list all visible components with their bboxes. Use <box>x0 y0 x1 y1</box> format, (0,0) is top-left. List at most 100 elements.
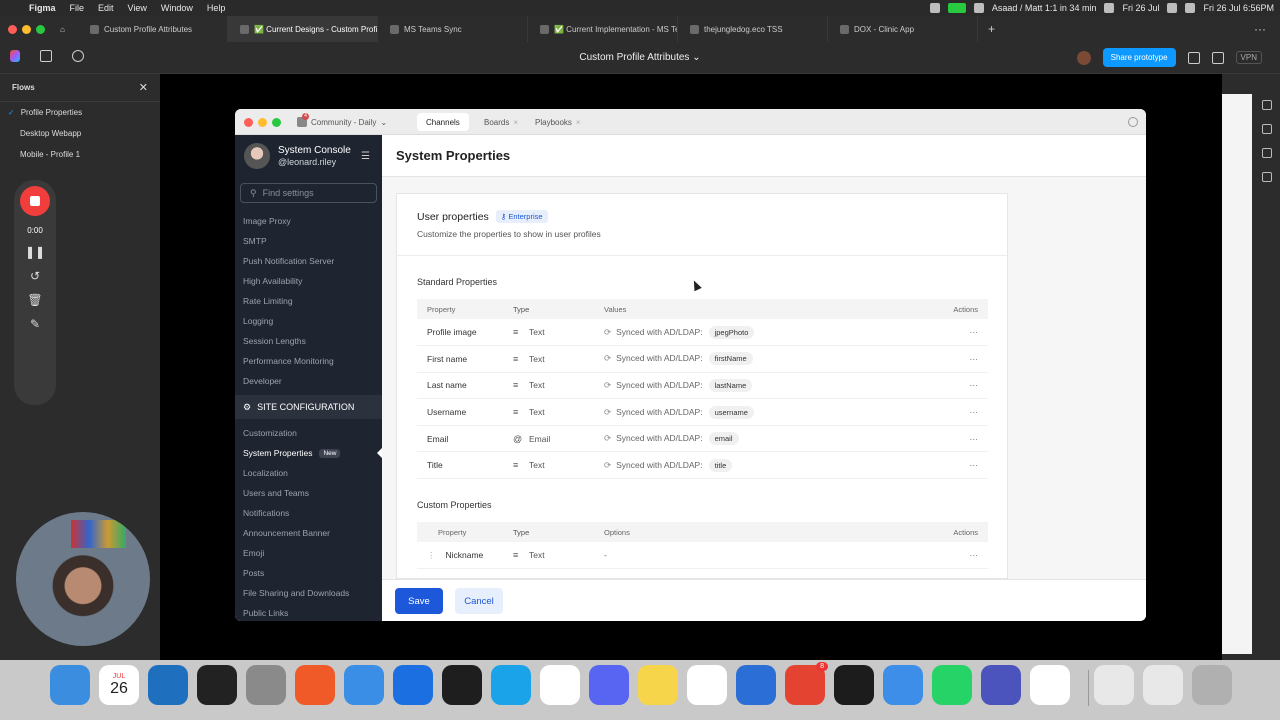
row-actions-button[interactable]: ··· <box>916 451 988 480</box>
trash-icon[interactable] <box>1192 665 1232 705</box>
sidebar-item-high-availability[interactable]: High Availability <box>235 271 382 291</box>
skype-icon[interactable] <box>491 665 531 705</box>
table-row[interactable]: Title ≡ Text ⟳ Synced with AD/LDAP: title ·… <box>417 451 988 480</box>
menu-app-name[interactable]: Figma <box>22 3 63 13</box>
file-tab[interactable]: thejungledog.eco TSS <box>678 16 828 42</box>
pencil-icon[interactable]: ✎ <box>28 317 42 331</box>
console-profile[interactable]: System Console @leonard.riley ☰ <box>235 135 382 177</box>
row-actions-button[interactable]: ··· <box>916 398 988 426</box>
new-tab-plus-icon[interactable]: + <box>978 22 1005 36</box>
minimize-window-button[interactable] <box>258 118 267 127</box>
flow-item[interactable]: Desktop Webapp <box>0 123 160 144</box>
menu-help[interactable]: Help <box>200 3 233 13</box>
settings-sliders-icon[interactable] <box>1187 51 1200 64</box>
flow-item[interactable]: Mobile - Profile 1 <box>0 144 160 165</box>
restart-icon[interactable]: ↺ <box>28 269 42 283</box>
expand-icon[interactable] <box>1211 51 1224 64</box>
team-switcher[interactable]: 4 Community - Daily ⌄ <box>297 113 387 127</box>
bookmark-icon[interactable] <box>1262 148 1272 158</box>
trash-icon[interactable]: 🗑 <box>27 293 42 307</box>
facetime-video-icon[interactable] <box>947 3 966 13</box>
cancel-button[interactable]: Cancel <box>455 588 503 614</box>
more-options-icon[interactable]: ··· <box>1254 22 1280 36</box>
row-actions-button[interactable]: ··· <box>916 345 988 373</box>
sidebar-item-session-lengths[interactable]: Session Lengths <box>235 331 382 351</box>
find-settings-input[interactable]: ⚲ Find settings <box>240 183 377 203</box>
file-tab-active[interactable]: ✅ Current Designs - Custom Profi× <box>228 16 378 42</box>
hamburger-menu-icon[interactable]: ☰ <box>361 151 370 162</box>
sidebar-item-emoji[interactable]: Emoji <box>235 543 382 563</box>
slack-icon[interactable] <box>540 665 580 705</box>
recent-window-icon[interactable] <box>1143 665 1183 705</box>
zoom-window-button[interactable] <box>272 118 281 127</box>
sidebar-item-push-notification-server[interactable]: Push Notification Server <box>235 251 382 271</box>
app-icon[interactable] <box>344 665 384 705</box>
file-tab[interactable]: MS Teams Sync <box>378 16 528 42</box>
wifi-icon[interactable] <box>1167 3 1178 13</box>
sidebar-item-posts[interactable]: Posts <box>235 563 382 583</box>
close-icon[interactable]: ✕ <box>139 81 148 94</box>
table-row[interactable]: Username ≡ Text ⟳ Synced with AD/LDAP: user… <box>417 398 988 426</box>
activity-monitor-icon[interactable] <box>834 665 874 705</box>
todoist-icon[interactable]: 8 <box>785 662 828 705</box>
finder-icon[interactable] <box>50 665 90 705</box>
flow-item[interactable]: Profile Properties <box>0 102 160 123</box>
menu-window[interactable]: Window <box>154 3 200 13</box>
stop-recording-button[interactable] <box>20 186 50 216</box>
chatgpt-icon[interactable] <box>1030 665 1070 705</box>
table-row[interactable]: ⋮ Nickname ≡ Text - ··· <box>417 542 988 570</box>
notion-icon[interactable] <box>687 665 727 705</box>
home-tab[interactable]: ⌂ <box>52 16 78 42</box>
sidebar-item-notifications[interactable]: Notifications <box>235 503 382 523</box>
sidebar-item-logging[interactable]: Logging <box>235 311 382 331</box>
discord-icon[interactable] <box>589 665 629 705</box>
drag-handle-icon[interactable]: ⋮ <box>427 550 436 560</box>
sidebar-item-public-links[interactable]: Public Links <box>235 603 382 621</box>
tab-channels[interactable]: Channels <box>417 113 469 131</box>
notes-icon[interactable] <box>638 665 678 705</box>
sidebar-item-rate-limiting[interactable]: Rate Limiting <box>235 291 382 311</box>
mail-icon[interactable] <box>883 665 923 705</box>
close-tab-icon[interactable]: × <box>576 118 581 127</box>
recent-window-icon[interactable] <box>1094 665 1134 705</box>
menu-view[interactable]: View <box>121 3 154 13</box>
calendar-icon[interactable]: JUL 26 <box>99 665 139 705</box>
ms-teams-icon[interactable] <box>981 665 1021 705</box>
frame-icon[interactable] <box>1262 100 1272 110</box>
sidebar-item-customization[interactable]: Customization <box>235 423 382 443</box>
tray-app-icon[interactable] <box>1104 3 1115 13</box>
pause-icon[interactable]: ❚❚ <box>25 245 45 259</box>
sidebar-item-image-proxy[interactable]: Image Proxy <box>235 211 382 231</box>
save-button[interactable]: Save <box>395 588 443 614</box>
tray-date[interactable]: Fri 26 Jul <box>1122 3 1159 13</box>
avatar[interactable] <box>1076 50 1091 65</box>
webcam-bubble[interactable] <box>16 512 150 646</box>
close-window-button[interactable] <box>244 118 253 127</box>
zoom-window-button[interactable] <box>36 24 45 34</box>
table-row[interactable]: Email @ Email ⟳ Synced with AD/LDAP: email … <box>417 425 988 453</box>
brave-browser-icon[interactable] <box>295 665 335 705</box>
settings-gear-icon[interactable] <box>1128 117 1138 127</box>
row-actions-button[interactable]: ··· <box>916 319 988 347</box>
next-meeting-status[interactable]: Asaad / Matt 1:1 in 34 min <box>992 3 1097 13</box>
share-prototype-button[interactable]: Share prototype <box>1102 48 1176 67</box>
row-actions-button[interactable]: ··· <box>916 425 988 453</box>
minimize-window-button[interactable] <box>22 24 31 34</box>
vscode-icon[interactable] <box>148 665 188 705</box>
tray-app-icon[interactable] <box>929 3 940 13</box>
file-tab[interactable]: Custom Profile Attributes <box>78 16 228 42</box>
app-icon[interactable] <box>393 665 433 705</box>
table-row[interactable]: Last name ≡ Text ⟳ Synced with AD/LDAP: las… <box>417 372 988 400</box>
table-row[interactable]: Profile image ≡ Text ⟳ Synced with AD/LDAP… <box>417 319 988 347</box>
system-settings-icon[interactable] <box>246 665 286 705</box>
sidebar-item-users-and-teams[interactable]: Users and Teams <box>235 483 382 503</box>
close-window-button[interactable] <box>8 24 17 34</box>
tab-playbooks[interactable]: Playbooks × <box>526 113 590 131</box>
menu-edit[interactable]: Edit <box>91 3 121 13</box>
app-icon[interactable] <box>736 665 776 705</box>
sidebar-item-announcement-banner[interactable]: Announcement Banner <box>235 523 382 543</box>
file-tab[interactable]: ✅ Current Implementation - MS Tea <box>528 16 678 42</box>
sidebar-item-developer[interactable]: Developer <box>235 371 382 391</box>
file-tab[interactable]: DOX - Clinic App <box>828 16 978 42</box>
tray-app-icon[interactable] <box>973 3 984 13</box>
